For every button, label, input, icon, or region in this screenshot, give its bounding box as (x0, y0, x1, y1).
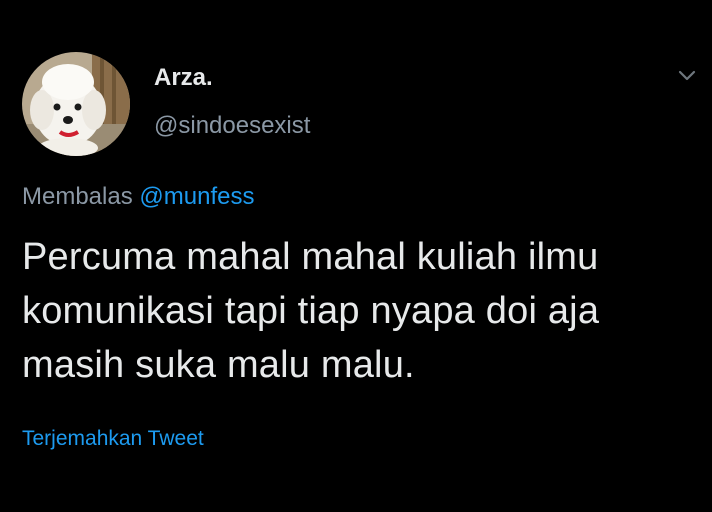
dog-avatar-image (22, 52, 130, 156)
reply-prefix: Membalas (22, 183, 133, 210)
reply-mention-link[interactable]: @munfess (139, 183, 254, 210)
avatar[interactable] (22, 52, 130, 156)
reply-context: Membalas @munfess (22, 183, 254, 211)
user-handle[interactable]: @sindoesexist (154, 112, 310, 140)
tweet-text: Percuma mahal mahal kuliah ilmu komunika… (22, 236, 600, 386)
chevron-down-icon[interactable] (676, 64, 698, 86)
translate-tweet-link[interactable]: Terjemahkan Tweet (22, 426, 204, 452)
tweet-card: Arza. @sindoesexist Membalas @munfess Pe… (0, 0, 712, 512)
display-name[interactable]: Arza. (154, 64, 213, 92)
